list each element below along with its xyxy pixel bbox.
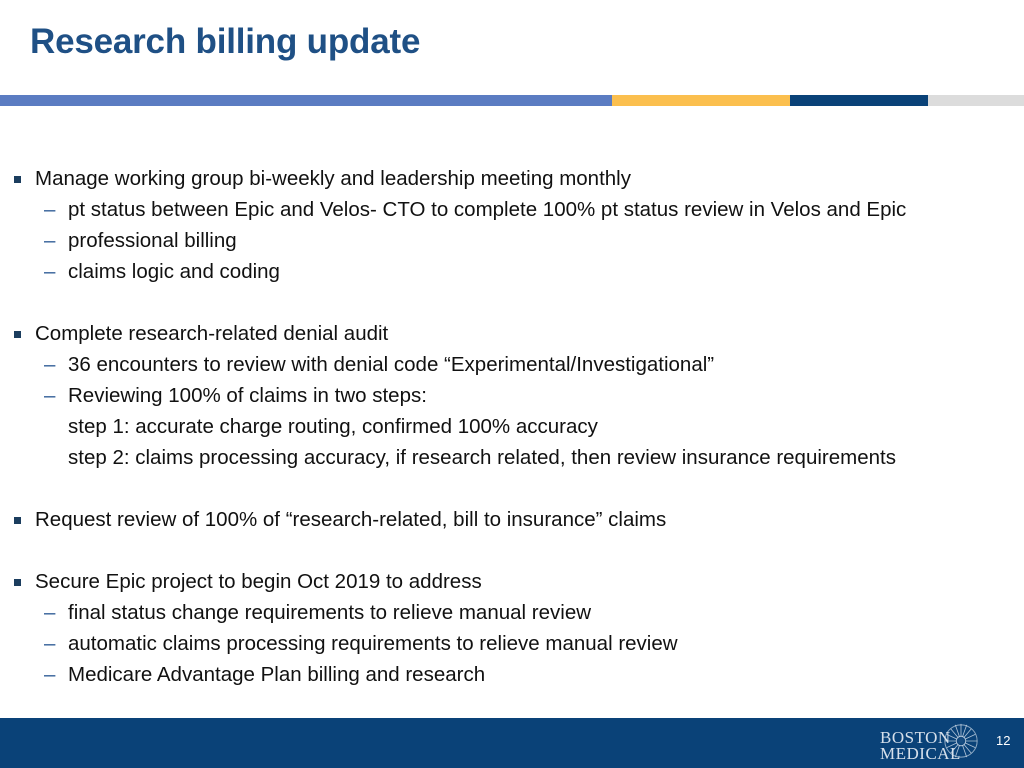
step-text: step 2: claims processing accuracy, if r… bbox=[68, 446, 896, 469]
sub-bullet-text: final status change requirements to reli… bbox=[68, 601, 592, 624]
bullet-text: Manage working group bi-weekly and leade… bbox=[35, 167, 631, 190]
bullet-text: Request review of 100% of “research-rela… bbox=[35, 508, 667, 531]
bullet-item: Request review of 100% of “research-rela… bbox=[0, 504, 1024, 535]
bullet-group: Request review of 100% of “research-rela… bbox=[0, 504, 1024, 535]
sub-bullet-text: professional billing bbox=[68, 229, 237, 252]
dash-bullet-icon: – bbox=[44, 260, 56, 283]
bullet-text: Complete research-related denial audit bbox=[35, 322, 389, 345]
bullet-group: Secure Epic project to begin Oct 2019 to… bbox=[0, 566, 1024, 690]
bullet-text: Secure Epic project to begin Oct 2019 to… bbox=[35, 570, 482, 593]
square-bullet-icon bbox=[14, 331, 21, 338]
sub-bullet-item: – Medicare Advantage Plan billing and re… bbox=[0, 659, 1024, 690]
page-number: 12 bbox=[996, 733, 1011, 748]
bullet-item: Complete research-related denial audit bbox=[0, 318, 1024, 349]
sub-bullet-text: Medicare Advantage Plan billing and rese… bbox=[68, 663, 486, 686]
slide-body: Manage working group bi-weekly and leade… bbox=[0, 163, 1024, 690]
footer-bar bbox=[0, 718, 1024, 768]
dash-bullet-icon: – bbox=[44, 198, 56, 221]
sub-bullet-text: automatic claims processing requirements… bbox=[68, 632, 678, 655]
dash-bullet-icon: – bbox=[44, 632, 56, 655]
accent-segment-navy bbox=[790, 95, 928, 106]
dash-bullet-icon: – bbox=[44, 353, 56, 376]
bullet-item: Manage working group bi-weekly and leade… bbox=[0, 163, 1024, 194]
sub-bullet-item: – 36 encounters to review with denial co… bbox=[0, 349, 1024, 380]
sub-bullet-item: – automatic claims processing requiremen… bbox=[0, 628, 1024, 659]
accent-bar bbox=[0, 95, 1024, 106]
sub-bullet-text: Reviewing 100% of claims in two steps: bbox=[68, 384, 427, 407]
sub-bullet-text: claims logic and coding bbox=[68, 260, 280, 283]
sub-bullet-text: 36 encounters to review with denial code… bbox=[68, 353, 715, 376]
dash-bullet-icon: – bbox=[44, 384, 56, 407]
square-bullet-icon bbox=[14, 579, 21, 586]
boston-medical-logo: BOSTON MEDICAL bbox=[880, 723, 985, 768]
square-bullet-icon bbox=[14, 176, 21, 183]
starburst-icon bbox=[944, 723, 978, 758]
page-title: Research billing update bbox=[30, 22, 421, 61]
sub-bullet-text: pt status between Epic and Velos- CTO to… bbox=[68, 198, 907, 221]
step-text: step 1: accurate charge routing, confirm… bbox=[68, 415, 598, 438]
sub-bullet-item: – claims logic and coding bbox=[0, 256, 1024, 287]
dash-bullet-icon: – bbox=[44, 663, 56, 686]
sub-bullet-item: – professional billing bbox=[0, 225, 1024, 256]
square-bullet-icon bbox=[14, 517, 21, 524]
step-line: step 2: claims processing accuracy, if r… bbox=[0, 442, 1024, 473]
accent-segment-gray bbox=[928, 95, 1024, 106]
step-line: step 1: accurate charge routing, confirm… bbox=[0, 411, 1024, 442]
accent-segment-yellow bbox=[612, 95, 790, 106]
bullet-item: Secure Epic project to begin Oct 2019 to… bbox=[0, 566, 1024, 597]
sub-bullet-item: – final status change requirements to re… bbox=[0, 597, 1024, 628]
dash-bullet-icon: – bbox=[44, 601, 56, 624]
sub-bullet-item: – Reviewing 100% of claims in two steps: bbox=[0, 380, 1024, 411]
bullet-group: Complete research-related denial audit –… bbox=[0, 318, 1024, 473]
sub-bullet-item: – pt status between Epic and Velos- CTO … bbox=[0, 194, 1024, 225]
accent-segment-blue bbox=[0, 95, 612, 106]
bullet-group: Manage working group bi-weekly and leade… bbox=[0, 163, 1024, 287]
dash-bullet-icon: – bbox=[44, 229, 56, 252]
